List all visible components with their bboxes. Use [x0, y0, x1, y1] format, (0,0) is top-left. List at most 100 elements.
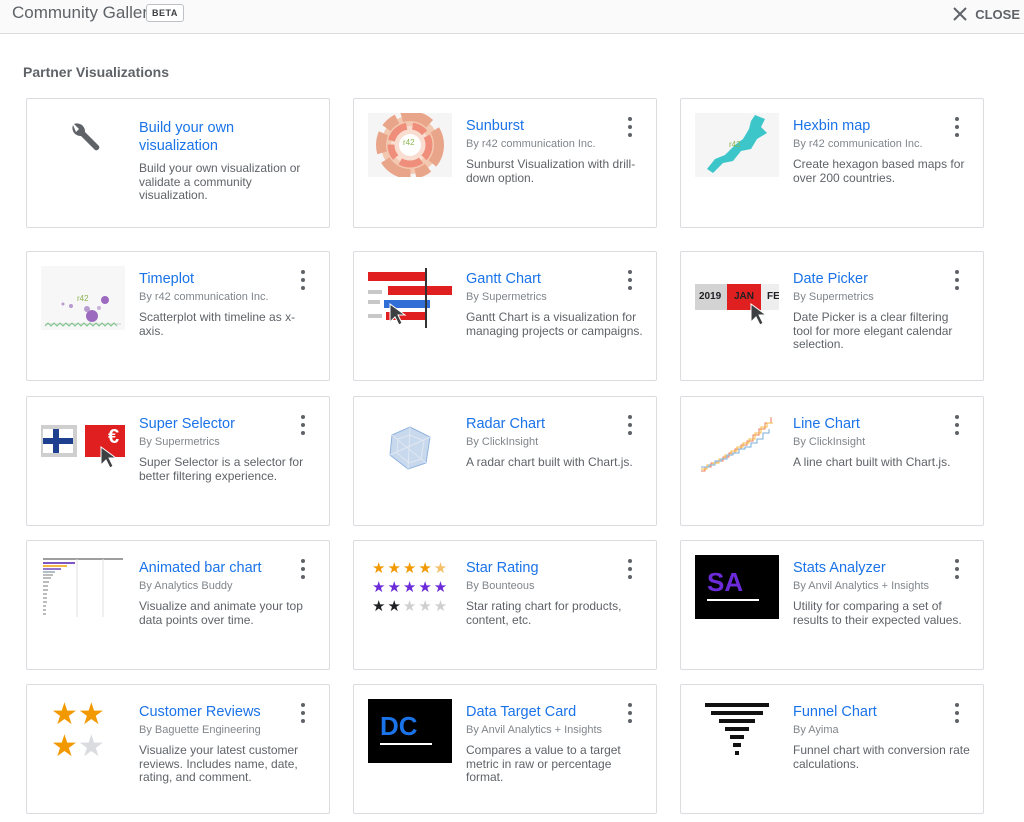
card-sunburst[interactable]: r42 Sunburst By r42 communication Inc. S…: [353, 98, 657, 228]
card-animated-bar-chart[interactable]: Animated bar chart By Analytics Buddy Vi…: [26, 540, 330, 670]
card-title[interactable]: Radar Chart: [466, 415, 626, 433]
thumb-underline: [380, 743, 432, 745]
card-funnel-chart[interactable]: Funnel Chart By Ayima Funnel chart with …: [680, 684, 984, 814]
stats-analyzer-thumbnail: SA: [695, 555, 779, 619]
card-description: Funnel chart with conversion rate calcul…: [793, 743, 970, 771]
thumb-label: SA: [707, 567, 744, 597]
card-title[interactable]: Customer Reviews: [139, 703, 299, 721]
thumb-label: DC: [380, 711, 418, 741]
more-options-icon[interactable]: [949, 415, 965, 435]
card-description: Compares a value to a target metric in r…: [466, 743, 621, 784]
close-label: CLOSE: [975, 6, 1020, 22]
card-title[interactable]: Data Target Card: [466, 703, 626, 721]
card-author: By ClickInsight: [793, 436, 866, 448]
card-super-selector[interactable]: € Super Selector By Supermetrics Super S…: [26, 396, 330, 526]
card-title[interactable]: Funnel Chart: [793, 703, 953, 721]
thumb-label-month: JAN: [734, 291, 755, 302]
card-data-target-card[interactable]: DC Data Target Card By Anvil Analytics +…: [353, 684, 657, 814]
more-options-icon[interactable]: [622, 415, 638, 435]
card-build-your-own[interactable]: Build your own visualization Build your …: [26, 98, 330, 228]
card-title[interactable]: Date Picker: [793, 270, 953, 288]
hexbin-map-thumbnail: r42: [695, 113, 779, 177]
card-description: Super Selector is a selector for better …: [139, 455, 304, 483]
more-options-icon[interactable]: [622, 270, 638, 290]
card-author: By Bounteous: [466, 580, 535, 592]
more-options-icon[interactable]: [622, 703, 638, 723]
thumb-label: r42: [729, 140, 741, 149]
card-author: By Baguette Engineering: [139, 724, 261, 736]
star-rating-thumbnail: ★★★★★ ★★★★★ ★★★★★: [372, 559, 450, 615]
card-description: Visualize and animate your top data poin…: [139, 599, 303, 627]
close-icon: [953, 7, 967, 21]
card-author: By ClickInsight: [466, 436, 539, 448]
card-description: A line chart built with Chart.js.: [793, 455, 951, 469]
card-description: Date Picker is a clear filtering tool fo…: [793, 310, 953, 351]
thumb-label-next: FE: [767, 291, 779, 302]
more-options-icon[interactable]: [295, 703, 311, 723]
card-author: By Anvil Analytics + Insights: [793, 580, 930, 592]
more-options-icon[interactable]: [622, 559, 638, 579]
card-title[interactable]: Timeplot: [139, 270, 299, 288]
card-author: By Supermetrics: [793, 291, 874, 303]
card-description: Scatterplot with timeline as x-axis.: [139, 310, 296, 338]
super-selector-thumbnail: €: [41, 411, 125, 475]
header-bar: Community Gallery BETA CLOSE: [0, 0, 1024, 34]
card-title[interactable]: Hexbin map: [793, 117, 953, 135]
card-author: By Ayima: [793, 724, 839, 736]
more-options-icon[interactable]: [295, 270, 311, 290]
card-line-chart[interactable]: Line Chart By ClickInsight A line chart …: [680, 396, 984, 526]
customer-reviews-thumbnail: ★★ ★★: [51, 699, 105, 763]
thumb-label: r42: [403, 138, 415, 147]
wrench-icon: [41, 113, 125, 177]
card-title[interactable]: Super Selector: [139, 415, 299, 433]
sunburst-thumbnail: r42: [368, 113, 452, 177]
card-author: By Analytics Buddy: [139, 580, 233, 592]
line-chart-thumbnail: [695, 411, 779, 475]
card-gantt-chart[interactable]: Gantt Chart By Supermetrics Gantt Chart …: [353, 251, 657, 381]
card-description: Star rating chart for products, content,…: [466, 599, 622, 627]
more-options-icon[interactable]: [622, 117, 638, 137]
card-author: By Supermetrics: [466, 291, 547, 303]
thumb-label: €: [108, 426, 120, 448]
more-options-icon[interactable]: [949, 703, 965, 723]
thumb-label-year: 2019: [699, 291, 722, 302]
thumb-label: r42: [77, 294, 89, 303]
card-hexbin-map[interactable]: r42 Hexbin map By r42 communication Inc.…: [680, 98, 984, 228]
card-description: Gantt Chart is a visualization for manag…: [466, 310, 643, 338]
more-options-icon[interactable]: [295, 415, 311, 435]
card-title[interactable]: Animated bar chart: [139, 559, 299, 577]
card-star-rating[interactable]: ★★★★★ ★★★★★ ★★★★★ Star Rating By Bounteo…: [353, 540, 657, 670]
more-options-icon[interactable]: [949, 117, 965, 137]
card-title[interactable]: Build your own visualization: [139, 119, 299, 155]
card-author: By r42 communication Inc.: [466, 138, 596, 150]
animated-bar-chart-thumbnail: [41, 555, 125, 619]
card-description: A radar chart built with Chart.js.: [466, 455, 633, 469]
card-customer-reviews[interactable]: ★★ ★★ Customer Reviews By Baguette Engin…: [26, 684, 330, 814]
card-radar-chart[interactable]: Radar Chart By ClickInsight A radar char…: [353, 396, 657, 526]
card-title[interactable]: Line Chart: [793, 415, 953, 433]
card-description: Create hexagon based maps for over 200 c…: [793, 157, 965, 185]
section-title: Partner Visualizations: [23, 64, 170, 80]
thumb-underline: [707, 599, 759, 601]
beta-badge: BETA: [146, 4, 184, 22]
card-title[interactable]: Stats Analyzer: [793, 559, 953, 577]
more-options-icon[interactable]: [949, 559, 965, 579]
card-title[interactable]: Star Rating: [466, 559, 626, 577]
app-title: Community Gallery: [12, 3, 157, 22]
card-timeplot[interactable]: r42 Timeplot By r42 communication Inc. S…: [26, 251, 330, 381]
close-button[interactable]: CLOSE: [953, 3, 1020, 25]
card-author: By r42 communication Inc.: [793, 138, 923, 150]
card-description: Sunburst Visualization with drill-down o…: [466, 157, 636, 185]
card-title[interactable]: Sunburst: [466, 117, 626, 135]
card-stats-analyzer[interactable]: SA Stats Analyzer By Anvil Analytics + I…: [680, 540, 984, 670]
card-description: Visualize your latest customer reviews. …: [139, 743, 299, 784]
timeplot-thumbnail: r42: [41, 266, 125, 330]
card-author: By r42 communication Inc.: [139, 291, 269, 303]
card-description: Utility for comparing a set of results t…: [793, 599, 962, 627]
data-target-card-thumbnail: DC: [368, 699, 452, 763]
card-title[interactable]: Gantt Chart: [466, 270, 626, 288]
more-options-icon[interactable]: [949, 270, 965, 290]
more-options-icon[interactable]: [295, 559, 311, 579]
card-date-picker[interactable]: 2019 JAN FE Date Picker By Supermetrics …: [680, 251, 984, 381]
card-description: Build your own visualization or validate…: [139, 161, 301, 202]
